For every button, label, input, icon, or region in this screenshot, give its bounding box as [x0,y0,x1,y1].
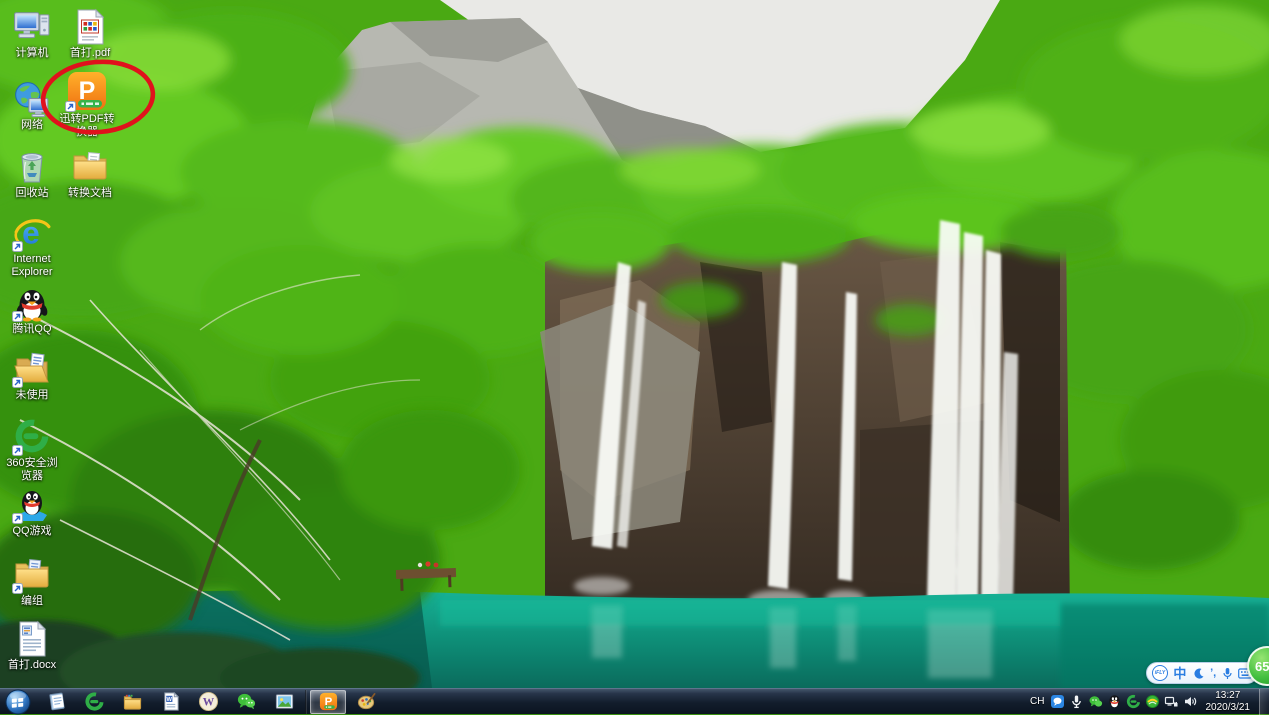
desktop-icon-docx-file[interactable]: 首打.docx [2,618,62,672]
desktop-icon-pdf-file[interactable]: 首打.pdf [60,6,120,60]
desktop-icon-label: 编组 [21,595,43,607]
360-browser-icon [12,416,52,456]
chinese-mode-button[interactable]: 中 [1173,667,1186,680]
shortcut-arrow-icon [12,377,23,388]
desktop-icon-network[interactable]: 网络 [2,78,62,132]
desktop-icon-label: 首打.pdf [69,47,111,59]
show-desktop-button[interactable] [1259,688,1269,715]
network-tray-icon[interactable] [1164,694,1179,709]
qq-games-icon [12,484,52,524]
internet-explorer-icon: e [12,212,52,252]
start-button[interactable] [5,689,31,715]
system-tray: CH 13:27 2020/3/21 [1030,688,1269,715]
wechat-tray-icon[interactable] [1088,694,1103,709]
desktop-icon-label: Internet Explorer [11,253,53,278]
pdf-converter-icon: P [65,68,109,112]
folder-shortcut-icon [12,554,52,594]
360-browser-tray-icon[interactable] [1126,694,1141,709]
taskbar-button-wechat[interactable] [228,690,264,714]
desktop-icon-label: 网络 [21,119,43,131]
word-document-icon [12,618,52,658]
desktop-icon-label: 未使用 [15,389,49,401]
memory-usage-value: 65 [1255,658,1269,674]
night-mode-icon[interactable] [1192,667,1205,680]
shortcut-arrow-icon [12,583,23,594]
qq-tray-icon[interactable] [1107,694,1122,709]
pdf-converter-icon: P [319,692,337,711]
desktop-icon-label: 迅转PDF转换器 [59,113,115,138]
taskbar-button-wiznote[interactable]: W [190,690,226,714]
shortcut-arrow-icon [12,445,23,456]
explorer-folder-icon [123,694,141,710]
desktop: 计算机 首打.pdf 网络 P 迅转PDF转换器 回收站 转换文档 e Inte… [0,0,1269,715]
punctuation-button[interactable]: ’, [1210,667,1216,679]
taskbar: W W P CH 13:27 2020/3/21 [0,688,1269,715]
language-indicator[interactable]: CH [1030,696,1044,707]
volume-tray-icon[interactable] [1183,694,1198,709]
desktop-icon-qq-games[interactable]: QQ游戏 [2,484,62,538]
taskbar-button-360-browser[interactable] [76,690,112,714]
microphone-tray-icon[interactable] [1069,694,1084,709]
desktop-icon-label: 首打.docx [7,659,57,671]
desktop-icon-recycle-bin[interactable]: 回收站 [2,146,62,200]
word-icon: W [163,691,179,711]
desktop-icon-group-folder[interactable]: 编组 [2,554,62,608]
voice-input-icon[interactable] [1222,667,1233,680]
desktop-icon-pdf-converter[interactable]: P 迅转PDF转换器 [57,68,117,139]
ifly-brand-label: iFLY [1154,670,1166,676]
desktop-icon-label: 回收站 [15,187,49,199]
360-browser-icon [84,692,104,711]
taskbar-button-word[interactable]: W [152,690,188,714]
open-folder-icon [12,348,52,388]
qq-penguin-icon [12,282,52,322]
ifly-input-tray-icon[interactable] [1050,694,1065,709]
taskbar-button-windows-explorer[interactable] [114,690,150,714]
computer-icon [12,6,52,46]
desktop-icon-label: 360安全浏览器 [6,457,58,482]
ifly-logo-icon[interactable]: iFLY [1152,665,1168,681]
taskbar-button-paint[interactable] [348,690,384,714]
shortcut-arrow-icon [12,513,23,524]
folder-icon [70,146,110,186]
pdf-document-icon [70,6,110,46]
wallpaper-waterfall-scene [0,0,1269,688]
desktop-icon-360-browser[interactable]: 360安全浏览器 [2,416,62,483]
network-icon [12,78,52,118]
shortcut-arrow-icon [65,101,76,112]
desktop-icon-label: 腾讯QQ [12,323,52,335]
word-w-glyph: W [166,697,172,703]
clock-time: 13:27 [1215,689,1241,701]
clock[interactable]: 13:27 2020/3/21 [1206,690,1251,714]
taskbar-button-pdf-converter[interactable]: P [310,689,346,714]
taskbar-button-photo-viewer[interactable] [266,690,302,714]
desktop-icon-unused-folder[interactable]: 未使用 [2,348,62,402]
desktop-icon-label: 计算机 [15,47,49,59]
desktop-icon-computer[interactable]: 计算机 [2,6,62,60]
clock-date: 2020/3/21 [1205,701,1251,713]
shortcut-arrow-icon [12,311,23,322]
ime-toolbar[interactable]: iFLY 中 ’, [1146,662,1258,684]
desktop-icon-convert-folder[interactable]: 转换文档 [60,146,120,200]
wechat-icon [237,693,255,710]
taskbar-separator [305,689,307,714]
desktop-icon-tencent-qq[interactable]: 腾讯QQ [2,282,62,336]
desktop-icon-label: 转换文档 [68,187,112,199]
desktop-icon-internet-explorer[interactable]: e Internet Explorer [2,212,62,279]
taskbar-button-notepad[interactable] [38,690,74,714]
recycle-bin-icon [12,146,52,186]
360-safety-tray-icon[interactable] [1145,694,1160,709]
desktop-icon-label: QQ游戏 [12,525,52,537]
shortcut-arrow-icon [12,241,23,252]
photo-viewer-icon [275,694,293,709]
wiznote-icon: W [198,691,218,712]
wiznote-w-glyph: W [202,696,214,708]
notepad-icon [48,692,65,711]
paint-palette-icon [357,693,375,710]
